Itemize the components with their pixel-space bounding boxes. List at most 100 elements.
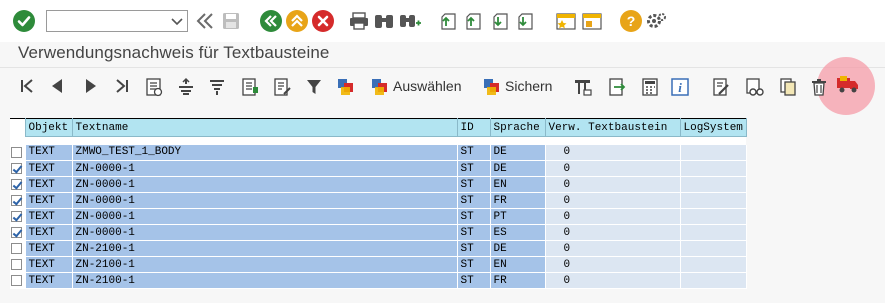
row-select-checkbox[interactable] [10,272,26,289]
select-layout-icon[interactable] [336,77,356,102]
enter-icon[interactable] [13,10,35,32]
column-header-sprache[interactable]: Sprache [489,118,546,137]
copy-icon[interactable] [778,77,798,102]
cell-verw-textbaustein: 0 [545,208,681,225]
details-icon[interactable] [144,77,164,102]
chevron-down-icon[interactable] [167,11,187,31]
command-input[interactable] [47,11,167,31]
svg-text:?: ? [627,13,636,29]
cell-textname: ZN-2100-1 [72,240,458,257]
previous-page-icon[interactable] [463,11,483,36]
export-icon[interactable] [607,77,627,102]
gear-icon[interactable] [645,10,667,37]
sort-ascending-icon[interactable] [176,77,196,102]
print-icon[interactable] [348,11,370,36]
select-layout-button[interactable]: Auswählen [393,78,462,94]
find-next-icon[interactable] [398,11,422,36]
column-header-verw-textbaustein[interactable]: Verw. Textbaustein [544,118,681,137]
column-header-objekt[interactable]: Objekt [24,118,73,137]
table-row[interactable]: TEXT ZN-2100-1 ST DE 0 [10,240,747,257]
first-row-icon[interactable] [18,77,36,100]
cell-verw-textbaustein: 0 [545,160,681,177]
table-row[interactable]: TEXT ZN-2100-1 ST FR 0 [10,272,747,289]
delete-icon[interactable] [809,77,829,102]
cell-verw-textbaustein: 0 [545,272,681,289]
row-select-checkbox[interactable] [10,240,26,257]
select-column-header[interactable] [10,118,26,137]
row-checkbox[interactable] [11,259,22,270]
cell-objekt: TEXT [25,272,73,289]
collapse-left-icon[interactable] [195,11,215,36]
command-field[interactable] [46,10,188,32]
save-layout-icon[interactable] [482,77,502,102]
spreadsheet-icon[interactable] [640,77,660,102]
row-checkbox[interactable] [11,227,22,238]
cell-textname: ZN-0000-1 [72,192,458,209]
cell-id: ST [457,272,491,289]
cell-logsystem [680,224,747,241]
row-checkbox[interactable] [11,211,22,222]
table-row[interactable]: TEXT ZN-0000-1 ST EN 0 [10,176,747,193]
previous-row-icon[interactable] [48,77,66,100]
find-icon[interactable] [373,11,395,36]
select-layout-button-icon[interactable] [370,77,390,102]
cell-objekt: TEXT [25,208,73,225]
column-header-id[interactable]: ID [456,118,491,137]
table-row[interactable]: TEXT ZN-0000-1 ST FR 0 [10,192,747,209]
column-header-textname[interactable]: Textname [71,118,458,137]
next-row-icon[interactable] [82,77,100,100]
row-checkbox[interactable] [11,243,22,254]
column-header-logsystem[interactable]: LogSystem [679,118,747,137]
sort-descending-icon[interactable] [207,77,227,102]
row-checkbox[interactable] [11,163,22,174]
filter-icon[interactable] [305,77,323,102]
shortcut-icon[interactable] [581,11,603,36]
row-select-checkbox[interactable] [10,256,26,273]
row-select-checkbox[interactable] [10,144,26,161]
row-checkbox[interactable] [11,195,22,206]
row-select-checkbox[interactable] [10,208,26,225]
last-row-icon[interactable] [113,77,131,100]
cell-id: ST [457,192,491,209]
first-page-icon[interactable] [438,11,458,36]
list-edit-icon[interactable] [272,77,292,102]
cell-verw-textbaustein: 0 [545,176,681,193]
table-row[interactable]: TEXT ZN-0000-1 ST PT 0 [10,208,747,225]
row-checkbox[interactable] [11,179,22,190]
table-row[interactable]: TEXT ZN-0000-1 ST ES 0 [10,224,747,241]
row-select-checkbox[interactable] [10,192,26,209]
row-select-checkbox[interactable] [10,176,26,193]
cell-sprache: FR [490,192,546,209]
cell-objekt: TEXT [25,224,73,241]
cell-textname: ZN-0000-1 [72,224,458,241]
help-icon[interactable]: ? [620,10,642,32]
cell-logsystem [680,176,747,193]
system-toolbar: ? [0,0,885,42]
info-icon[interactable]: i [670,77,690,102]
edit-icon[interactable] [711,77,731,102]
next-page-icon[interactable] [490,11,510,36]
save-layout-button[interactable]: Sichern [505,78,552,94]
last-page-icon[interactable] [515,11,535,36]
table-row[interactable]: TEXT ZMWO_TEST_1_BODY ST DE 0 [10,144,747,161]
create-session-icon[interactable] [555,11,577,36]
row-select-checkbox[interactable] [10,224,26,241]
table-header-row: Objekt Textname ID Sprache Verw. Textbau… [10,118,747,137]
table-row[interactable]: TEXT ZN-2100-1 ST EN 0 [10,256,747,273]
cell-objekt: TEXT [25,192,73,209]
subtotal-icon[interactable] [573,77,593,102]
row-checkbox[interactable] [11,275,22,286]
back-icon[interactable] [260,10,282,32]
cell-id: ST [457,240,491,257]
save-icon[interactable] [221,11,241,36]
cell-textname: ZMWO_TEST_1_BODY [72,144,458,161]
exit-icon[interactable] [286,10,308,32]
transport-truck-icon[interactable] [836,75,860,100]
row-checkbox[interactable] [11,146,22,158]
display-glasses-icon[interactable] [744,77,764,102]
cancel-icon[interactable] [312,10,334,32]
cell-sprache: PT [490,208,546,225]
table-row[interactable]: TEXT ZN-0000-1 ST DE 0 [10,160,747,177]
row-select-checkbox[interactable] [10,160,26,177]
list-settings-icon[interactable] [240,77,260,102]
